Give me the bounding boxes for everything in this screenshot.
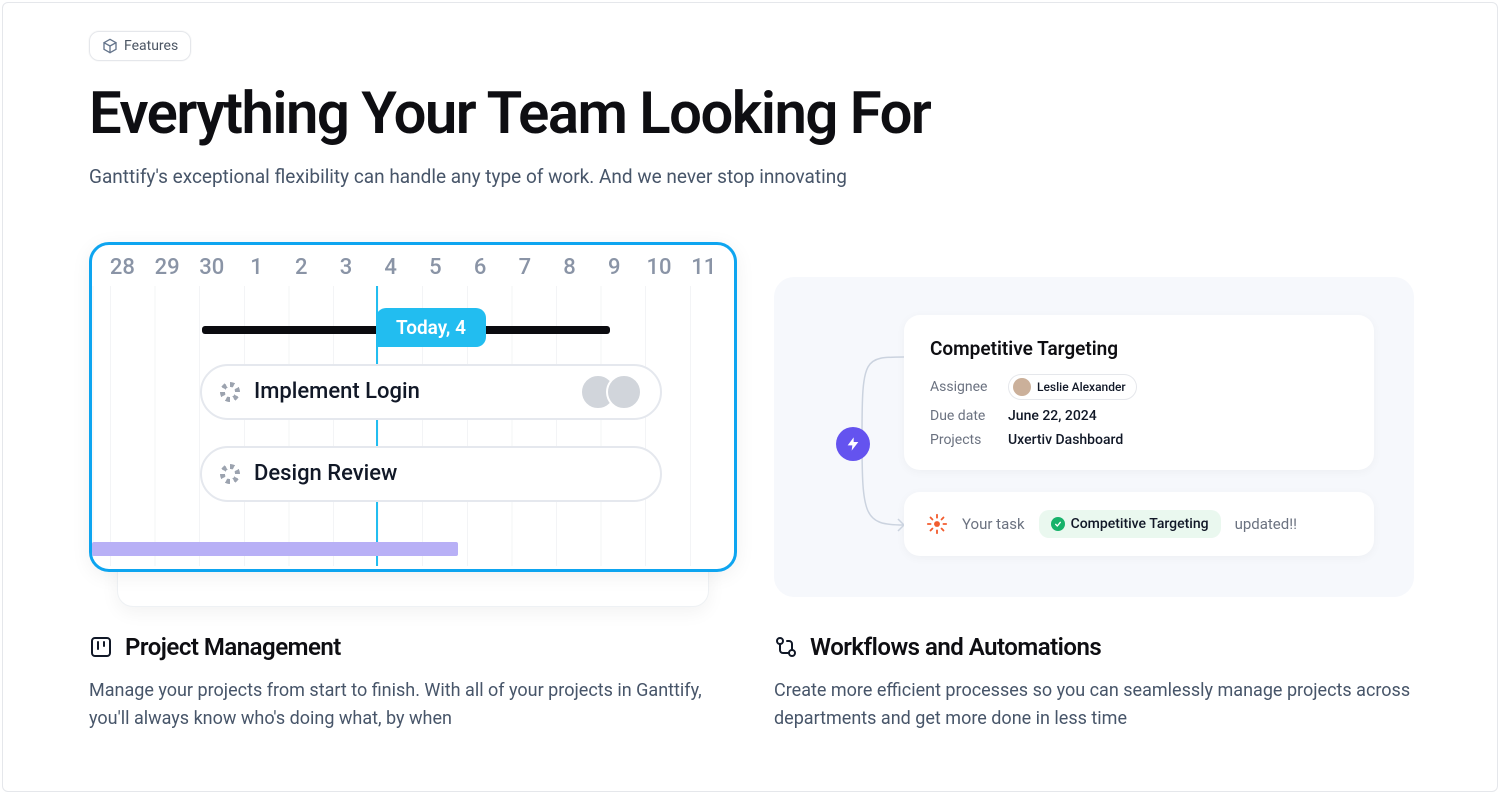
spinner-icon: [220, 382, 240, 402]
projects-row: Projects Uxertiv Dashboard: [930, 432, 1348, 448]
feature-title-row: Project Management: [89, 633, 726, 661]
due-date-row: Due date June 22, 2024: [930, 408, 1348, 424]
avatar: [1013, 378, 1031, 396]
gantt-date: 9: [592, 255, 637, 280]
spinner-icon: [220, 464, 240, 484]
cards-row: 2829301234567891011 Today, 4 Implement L…: [89, 242, 1411, 733]
gantt-date: 8: [547, 255, 592, 280]
feature-title-row: Workflows and Automations: [774, 633, 1411, 661]
due-date-label: Due date: [930, 408, 1008, 424]
task-chip-label: Competitive Targeting: [1071, 516, 1209, 532]
workflow-task-title: Competitive Targeting: [930, 337, 1348, 360]
gantt-date: 2: [279, 255, 324, 280]
gantt-date: 1: [234, 255, 279, 280]
task-design-review[interactable]: Design Review: [200, 446, 662, 502]
gantt-body: Today, 4 Implement Login: [92, 286, 734, 566]
workflow-column: Competitive Targeting Assignee Leslie Al…: [774, 242, 1411, 733]
avatar: [606, 374, 642, 410]
projects-value: Uxertiv Dashboard: [1008, 432, 1123, 448]
update-msg-prefix: Your task: [962, 515, 1025, 533]
gantt-date: 11: [681, 255, 726, 280]
gantt-date: 3: [324, 255, 369, 280]
features-badge: Features: [89, 31, 191, 61]
feature-title: Project Management: [125, 633, 341, 661]
bolt-circle-icon: [836, 427, 870, 461]
gantt-date: 5: [413, 255, 458, 280]
due-date-value: June 22, 2024: [1008, 408, 1097, 424]
page-subtitle: Ganttify's exceptional flexibility can h…: [89, 165, 1411, 188]
kanban-icon: [89, 635, 113, 659]
assignee-row: Assignee Leslie Alexander: [930, 374, 1348, 400]
task-label: Design Review: [254, 461, 397, 486]
gantt-date: 7: [502, 255, 547, 280]
workflow-card: Competitive Targeting Assignee Leslie Al…: [774, 277, 1414, 597]
page-frame: Features Everything Your Team Looking Fo…: [2, 2, 1498, 792]
task-avatars: [580, 374, 642, 410]
gantt-date: 28: [100, 255, 145, 280]
assignee-chip[interactable]: Leslie Alexander: [1008, 374, 1137, 400]
gantt-date: 29: [145, 255, 190, 280]
feature-title: Workflows and Automations: [810, 633, 1101, 661]
workflow-task-card[interactable]: Competitive Targeting Assignee Leslie Al…: [904, 315, 1374, 470]
task-implement-login[interactable]: Implement Login: [200, 364, 662, 420]
page-title: Everything Your Team Looking For: [89, 83, 1411, 147]
task-label: Implement Login: [254, 379, 420, 404]
today-chip: Today, 4: [376, 308, 486, 347]
features-badge-label: Features: [124, 38, 178, 54]
feature-description: Manage your projects from start to finis…: [89, 677, 726, 733]
workflow-icon: [774, 635, 798, 659]
gantt-date-row: 2829301234567891011: [92, 245, 734, 286]
gantt-card: 2829301234567891011 Today, 4 Implement L…: [89, 242, 737, 572]
projects-label: Projects: [930, 432, 1008, 448]
assignee-name: Leslie Alexander: [1037, 380, 1126, 394]
update-msg-suffix: updated!!: [1235, 515, 1297, 533]
gantt-date: 4: [368, 255, 413, 280]
gantt-date: 10: [637, 255, 682, 280]
feature-description: Create more efficient processes so you c…: [774, 677, 1411, 733]
gantt-progress-bar: [92, 542, 458, 556]
task-chip: Competitive Targeting: [1039, 510, 1221, 538]
gantt-date: 6: [458, 255, 503, 280]
cube-icon: [102, 38, 118, 54]
project-management-column: 2829301234567891011 Today, 4 Implement L…: [89, 242, 726, 733]
check-icon: [1051, 517, 1065, 531]
workflow-update-card[interactable]: Your task Competitive Targeting updated!…: [904, 492, 1374, 556]
assignee-label: Assignee: [930, 379, 1008, 395]
gantt-illustration: 2829301234567891011 Today, 4 Implement L…: [89, 242, 737, 597]
gantt-date: 30: [189, 255, 234, 280]
zapier-icon: [926, 513, 948, 535]
